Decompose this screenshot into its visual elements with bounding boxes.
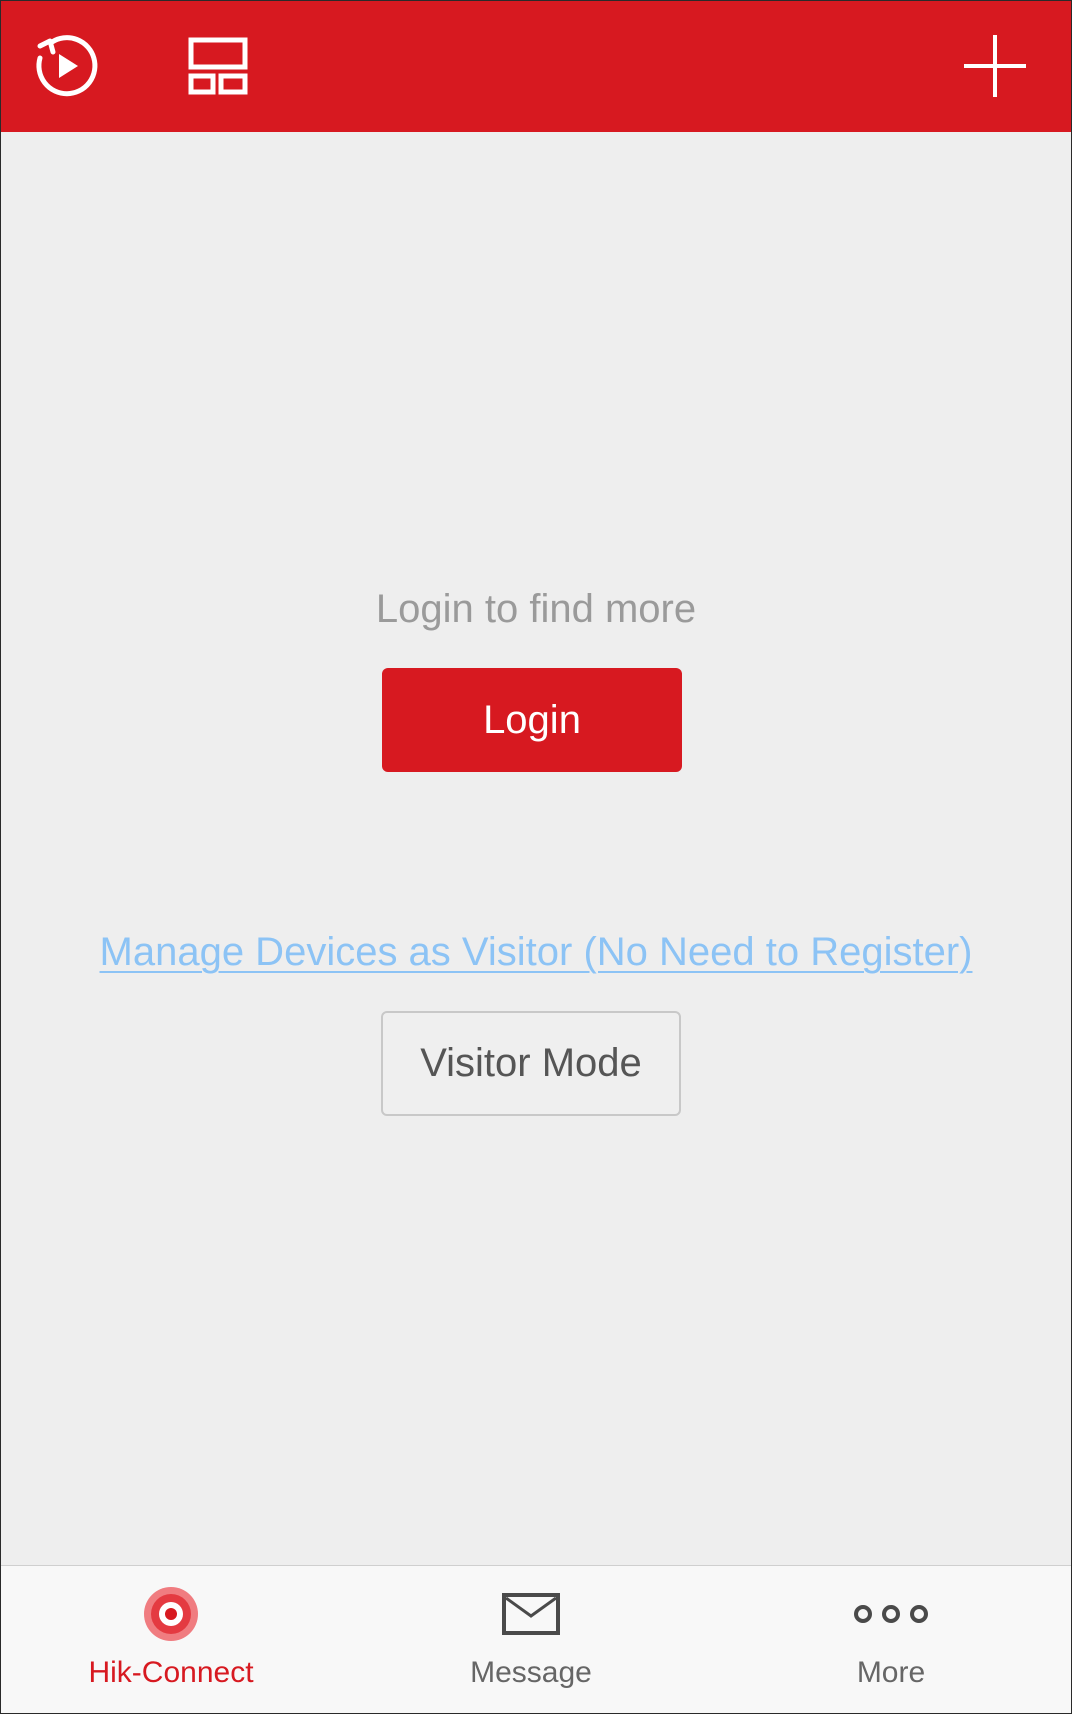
top-app-bar	[1, 1, 1071, 132]
playback-button[interactable]	[21, 21, 111, 111]
tab-label: More	[856, 1656, 926, 1689]
login-button[interactable]: Login	[382, 668, 682, 772]
main-content: Login to find more Login Manage Devices …	[1, 132, 1071, 1565]
app-screen: Login to find more Login Manage Devices …	[0, 0, 1072, 1714]
login-hint: Login to find more	[375, 587, 697, 631]
layout-button[interactable]	[173, 21, 263, 111]
more-dots-icon	[854, 1605, 928, 1623]
envelope-icon	[502, 1593, 560, 1635]
hik-connect-icon	[144, 1587, 198, 1641]
tab-hik-connect[interactable]: Hik-Connect	[41, 1566, 301, 1713]
tab-label: Hik-Connect	[88, 1656, 254, 1689]
replay-icon	[36, 35, 98, 97]
add-device-button[interactable]	[950, 21, 1040, 111]
tab-label: Message	[470, 1656, 592, 1689]
add-icon	[964, 35, 1026, 97]
visitor-mode-button[interactable]: Visitor Mode	[381, 1011, 681, 1116]
bottom-tab-bar: Hik-Connect Message More	[1, 1565, 1071, 1713]
visitor-link[interactable]: Manage Devices as Visitor (No Need to Re…	[1, 930, 1071, 975]
tab-message[interactable]: Message	[401, 1566, 661, 1713]
tab-more[interactable]: More	[761, 1566, 1021, 1713]
layout-icon	[188, 37, 248, 95]
